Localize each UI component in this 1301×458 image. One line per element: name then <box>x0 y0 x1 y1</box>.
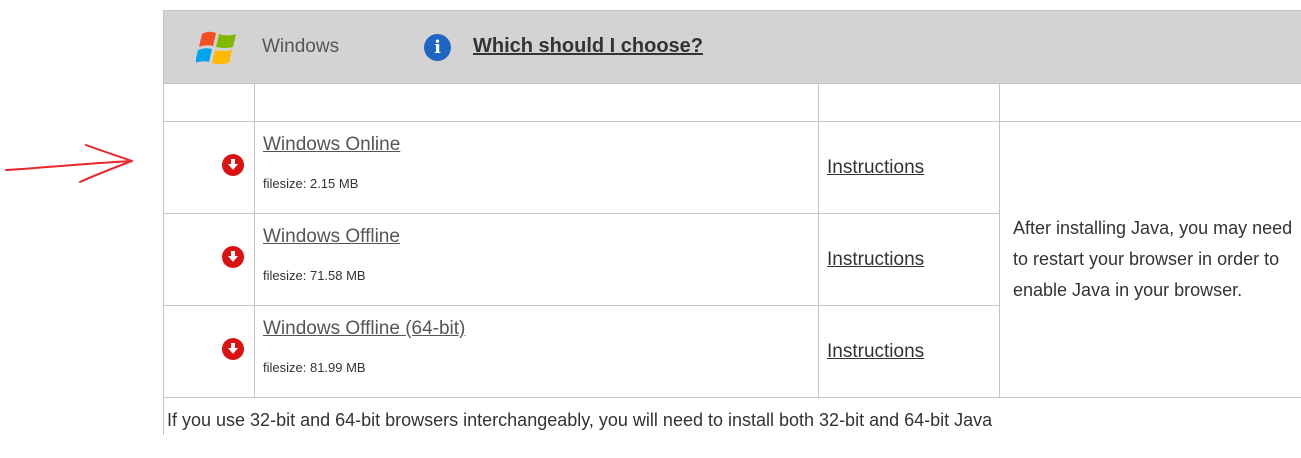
filesize-label: filesize: 71.58 MB <box>263 268 366 283</box>
download-icon[interactable] <box>222 154 244 176</box>
footer-row: If you use 32-bit and 64-bit browsers in… <box>164 398 1301 458</box>
downloads-table: Windows Online filesize: 2.15 MB Instruc… <box>164 83 1301 458</box>
os-label: Windows <box>262 36 339 58</box>
download-link-windows-offline[interactable]: Windows Offline <box>263 226 400 248</box>
install-note: After installing Java, you may need to r… <box>1013 213 1294 306</box>
which-should-i-choose-link[interactable]: Which should I choose? <box>473 35 703 58</box>
spacer-row <box>164 84 1301 122</box>
instructions-link[interactable]: Instructions <box>819 249 999 271</box>
footer-note: If you use 32-bit and 64-bit browsers in… <box>167 410 992 431</box>
os-header: Windows i Which should I choose? <box>164 11 1301 84</box>
download-link-windows-online[interactable]: Windows Online <box>263 134 400 156</box>
download-icon[interactable] <box>222 246 244 268</box>
download-icon[interactable] <box>222 338 244 360</box>
install-note-cell: After installing Java, you may need to r… <box>1000 122 1301 398</box>
download-row-windows-online: Windows Online filesize: 2.15 MB Instruc… <box>164 122 1301 214</box>
instructions-link[interactable]: Instructions <box>819 157 999 179</box>
download-panel: Windows i Which should I choose? Windows… <box>163 10 1301 435</box>
filesize-label: filesize: 2.15 MB <box>263 176 358 191</box>
annotation-arrow <box>0 140 140 190</box>
info-icon[interactable]: i <box>424 34 451 61</box>
download-link-windows-offline-64bit[interactable]: Windows Offline (64-bit) <box>263 318 465 340</box>
windows-logo-icon <box>196 28 240 68</box>
instructions-link[interactable]: Instructions <box>819 341 999 363</box>
filesize-label: filesize: 81.99 MB <box>263 360 366 375</box>
